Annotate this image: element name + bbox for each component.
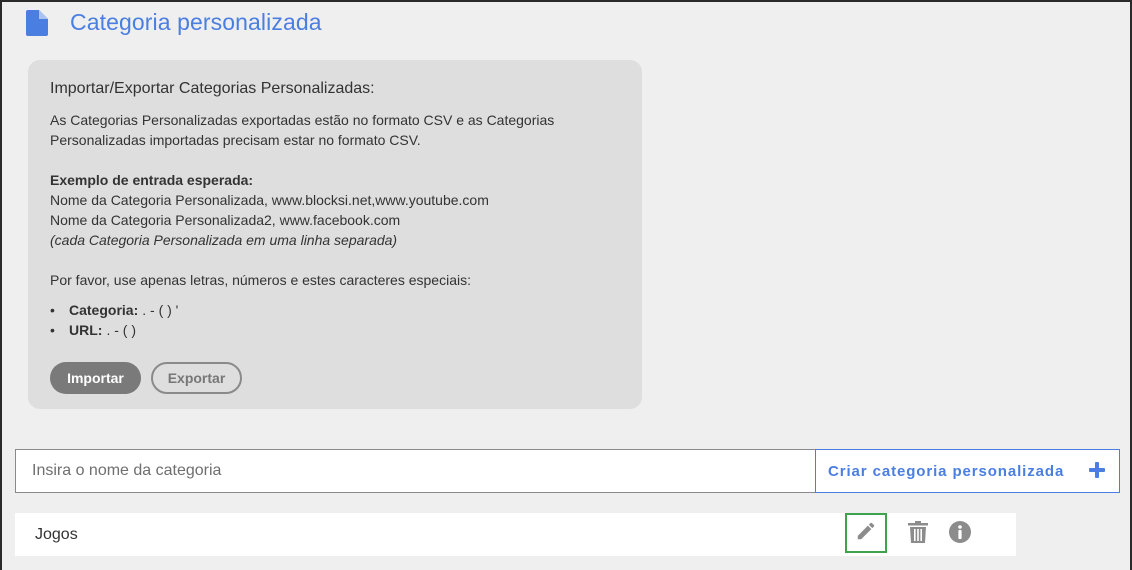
info-icon xyxy=(949,521,971,548)
example-line: Nome da Categoria Personalizada2, www.fa… xyxy=(50,212,401,228)
category-name-input[interactable] xyxy=(15,449,815,493)
category-name: Jogos xyxy=(35,525,78,543)
rule-chars: . - ( ) xyxy=(106,322,136,338)
example-line: Nome da Categoria Personalizada, www.blo… xyxy=(50,192,489,208)
import-export-panel: Importar/Exportar Categorias Personaliza… xyxy=(28,60,642,409)
rule-label: URL: xyxy=(69,322,103,338)
rule-chars: . - ( ) ' xyxy=(142,302,179,318)
description-line: Personalizadas importadas precisam estar… xyxy=(50,132,421,148)
bullet: • xyxy=(50,302,55,318)
import-export-actions: Importar Exportar xyxy=(50,362,242,394)
list-item: • URL: . - ( ) xyxy=(50,320,620,340)
list-item: Jogos xyxy=(15,513,1016,556)
info-button[interactable] xyxy=(947,513,973,556)
edit-button[interactable] xyxy=(845,513,887,553)
plus-icon xyxy=(1089,462,1105,482)
delete-button[interactable] xyxy=(905,513,931,556)
document-icon xyxy=(26,9,48,36)
example-heading: Exemplo de entrada esperada: xyxy=(50,172,254,188)
list-item: • Categoria: . - ( ) ' xyxy=(50,300,620,320)
create-category-label: Criar categoria personalizada xyxy=(828,462,1065,480)
import-button[interactable]: Importar xyxy=(50,362,141,394)
rule-label: Categoria: xyxy=(69,302,139,318)
example-note: (cada Categoria Personalizada em uma lin… xyxy=(50,232,398,248)
page-title: Categoria personalizada xyxy=(70,9,322,35)
export-button[interactable]: Exportar xyxy=(151,362,242,394)
description-line: As Categorias Personalizadas exportadas … xyxy=(50,112,555,128)
page-header: Categoria personalizada xyxy=(26,9,322,36)
import-export-title: Importar/Exportar Categorias Personaliza… xyxy=(50,80,375,97)
pencil-icon xyxy=(855,520,877,547)
allowed-characters-list: • Categoria: . - ( ) ' • URL: . - ( ) xyxy=(50,300,620,340)
trash-icon xyxy=(908,521,928,548)
bullet: • xyxy=(50,322,55,338)
format-description: As Categorias Personalizadas exportadas … xyxy=(50,110,620,150)
create-category-button[interactable]: Criar categoria personalizada xyxy=(815,449,1120,493)
allowed-characters-intro: Por favor, use apenas letras, números e … xyxy=(50,272,471,288)
